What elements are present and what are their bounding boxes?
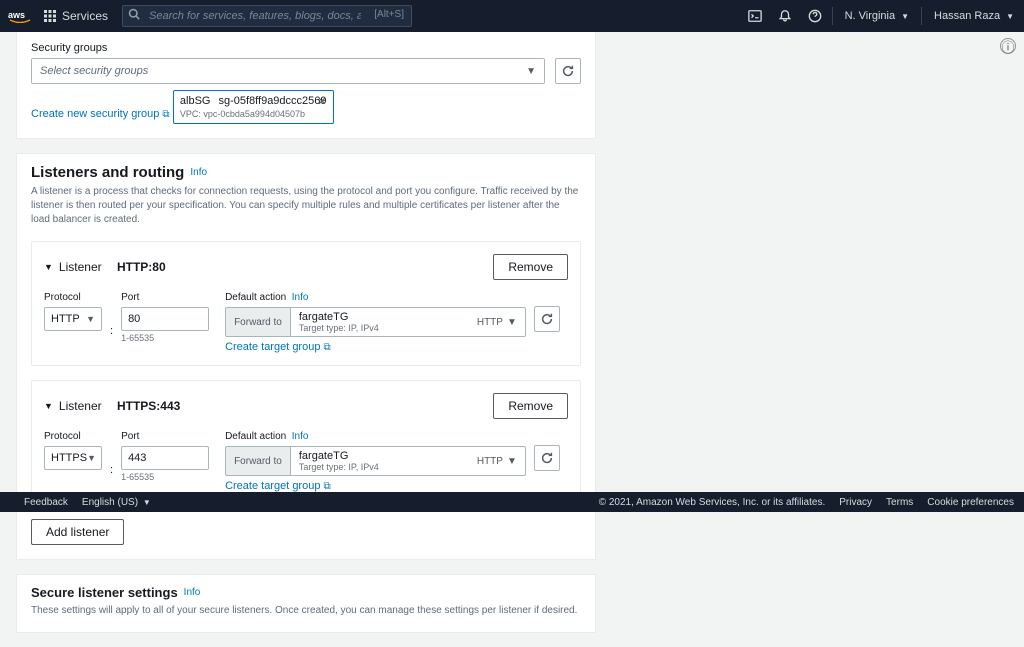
listeners-title: Listeners and routing [31,164,184,181]
search-icon [128,8,140,23]
security-groups-panel: Security groups Select security groups ▼… [16,32,596,139]
sls-desc: These settings will apply to all of your… [31,604,581,618]
info-panel-toggle[interactable]: ⓘ [1000,38,1016,54]
listener-http-80: ▼Listener HTTP:80 Remove Protocol HTTP▼ … [31,241,581,366]
sls-title: Secure listener settings [31,585,178,600]
add-listener-button[interactable]: Add listener [31,519,124,545]
create-target-group-link[interactable]: Create target group⧉ [225,341,331,353]
collapse-icon[interactable]: ▼ [44,262,53,272]
protocol-select[interactable]: HTTPS▼ [44,446,102,470]
help-icon[interactable] [800,9,830,23]
create-sg-link[interactable]: Create new security group⧉ [31,108,170,120]
search-input[interactable] [122,5,412,27]
forward-to-label: Forward to [225,446,290,476]
create-target-group-link[interactable]: Create target group⧉ [225,480,331,492]
chevron-down-icon: ▼ [901,12,909,21]
refresh-tg-button[interactable] [534,306,560,332]
sg-select[interactable]: Select security groups ▼ [31,58,545,84]
refresh-tg-button[interactable] [534,445,560,471]
aws-logo[interactable]: aws [6,9,34,23]
remove-listener-button[interactable]: Remove [493,254,568,280]
remove-tag-icon[interactable]: ✕ [317,95,326,108]
chevron-down-icon: ▼ [526,66,536,77]
region-selector[interactable]: N. Virginia▼ [835,10,919,22]
target-group-select[interactable]: fargateTGTarget type: IP, IPv4 HTTP▼ [290,446,526,476]
port-input[interactable]: 80 [121,307,209,331]
external-link-icon: ⧉ [162,109,169,120]
chevron-down-icon: ▼ [87,453,96,463]
cookies-link[interactable]: Cookie preferences [927,497,1014,508]
account-menu[interactable]: Hassan Raza▼ [924,10,1024,22]
terms-link[interactable]: Terms [886,497,913,508]
services-menu[interactable]: Services [34,9,118,23]
grid-icon [44,10,56,22]
chevron-down-icon: ▼ [86,314,95,324]
secure-listener-panel: Secure listener settings Info These sett… [16,574,596,633]
chevron-down-icon: ▼ [507,317,517,328]
external-link-icon: ⧉ [323,481,330,492]
sls-info-link[interactable]: Info [184,587,201,598]
collapse-icon[interactable]: ▼ [44,401,53,411]
listeners-info-link[interactable]: Info [190,167,207,178]
language-selector[interactable]: English (US) ▼ [82,497,151,508]
refresh-sg-button[interactable] [555,58,581,84]
listeners-desc: A listener is a process that checks for … [31,185,581,227]
cloudshell-icon[interactable] [740,9,770,23]
chevron-down-icon: ▼ [143,498,151,507]
services-label: Services [62,9,108,23]
privacy-link[interactable]: Privacy [839,497,872,508]
chevron-down-icon: ▼ [507,456,517,467]
footer: Feedback English (US) ▼ © 2021, Amazon W… [0,492,1024,512]
notifications-icon[interactable] [770,9,800,23]
svg-text:aws: aws [8,10,25,20]
protocol-select[interactable]: HTTP▼ [44,307,102,331]
sg-label: Security groups [31,42,581,54]
remove-listener-button[interactable]: Remove [493,393,568,419]
copyright: © 2021, Amazon Web Services, Inc. or its… [599,497,826,508]
global-search[interactable]: [Alt+S] [122,5,412,27]
feedback-link[interactable]: Feedback [24,497,68,508]
external-link-icon: ⧉ [323,342,330,353]
action-info-link[interactable]: Info [292,431,309,442]
port-input[interactable]: 443 [121,446,209,470]
chevron-down-icon: ▼ [1006,12,1014,21]
listener-https-443: ▼Listener HTTPS:443 Remove Protocol HTTP… [31,380,581,505]
top-nav: aws Services [Alt+S] N. Virginia▼ Hassan… [0,0,1024,32]
target-group-select[interactable]: fargateTGTarget type: IP, IPv4 HTTP▼ [290,307,526,337]
search-shortcut: [Alt+S] [374,9,404,20]
sg-tag: albSGsg-05f8ff9a9dccc2569 VPC: vpc-0cbda… [173,90,334,124]
forward-to-label: Forward to [225,307,290,337]
action-info-link[interactable]: Info [292,292,309,303]
